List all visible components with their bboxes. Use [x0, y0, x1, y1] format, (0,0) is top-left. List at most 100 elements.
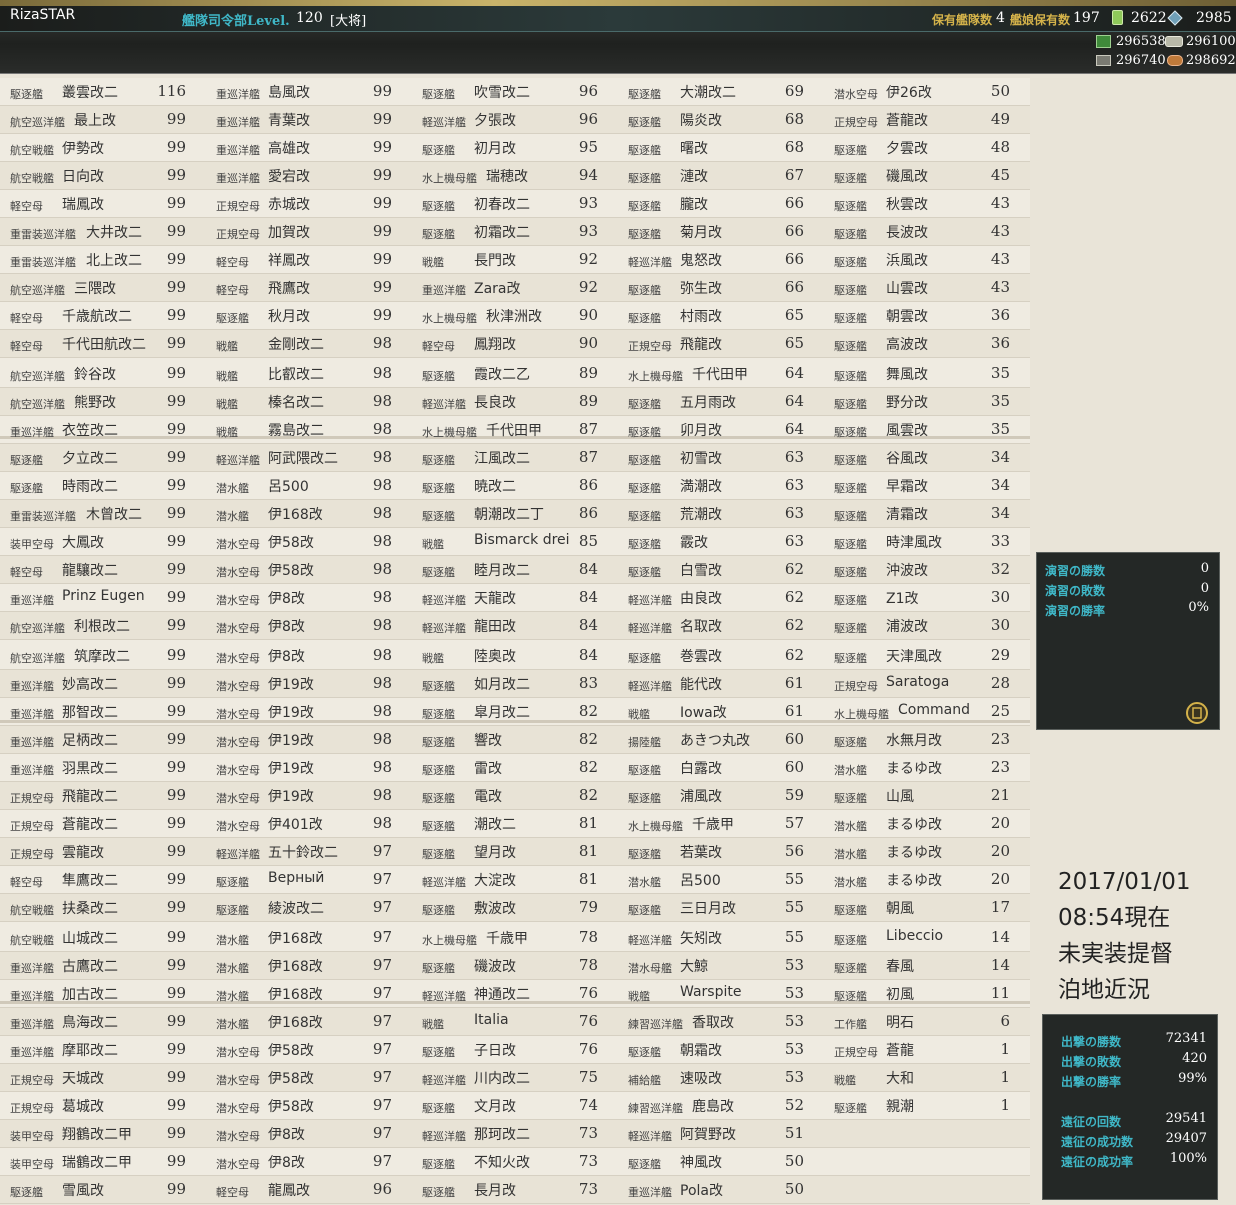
ship-cell[interactable]: 潜水空母 伊19改 98 — [206, 726, 412, 754]
ship-cell[interactable]: 正規空母 蒼龍改 49 — [824, 106, 1030, 134]
ship-cell[interactable]: 戦艦 比叡改二 98 — [206, 360, 412, 388]
ship-cell[interactable]: 航空戦艦 伊勢改 99 — [0, 134, 206, 162]
ship-cell[interactable]: 軽空母 千代田航改二 99 — [0, 330, 206, 358]
ship-cell[interactable]: 軽巡洋艦 鬼怒改 66 — [618, 246, 824, 274]
ship-cell[interactable]: 潜水空母 伊58改 97 — [206, 1092, 412, 1120]
ship-cell[interactable]: 潜水空母 伊58改 98 — [206, 556, 412, 584]
ship-cell[interactable]: 駆逐艦 初春改二 93 — [412, 190, 618, 218]
ship-cell[interactable]: 潜水空母 伊8改 98 — [206, 642, 412, 670]
ship-cell[interactable]: 潜水艦 伊168改 97 — [206, 924, 412, 952]
ship-cell[interactable]: 重巡洋艦 加古改二 99 — [0, 980, 206, 1008]
ship-cell[interactable]: 戦艦 霧島改二 98 — [206, 416, 412, 444]
ship-cell[interactable]: 潜水空母 伊8改 97 — [206, 1148, 412, 1176]
ship-cell[interactable]: 工作艦 明石 6 — [824, 1008, 1030, 1036]
ship-cell[interactable]: 正規空母 赤城改 99 — [206, 190, 412, 218]
ship-cell[interactable]: 駆逐艦 朝風 17 — [824, 894, 1030, 922]
ship-cell[interactable]: 軽巡洋艦 那珂改二 73 — [412, 1120, 618, 1148]
ship-cell[interactable]: 重雷装巡洋艦 木曾改二 99 — [0, 500, 206, 528]
ship-cell[interactable]: 駆逐艦 初雪改 63 — [618, 444, 824, 472]
ship-cell[interactable]: 軽巡洋艦 川内改二 75 — [412, 1064, 618, 1092]
ship-cell[interactable]: 航空巡洋艦 熊野改 99 — [0, 388, 206, 416]
ship-cell[interactable]: 重巡洋艦 古鷹改二 99 — [0, 952, 206, 980]
ship-cell[interactable]: 駆逐艦 睦月改二 84 — [412, 556, 618, 584]
ship-cell[interactable]: 駆逐艦 不知火改 73 — [412, 1148, 618, 1176]
ship-cell[interactable]: 潜水艦 伊168改 97 — [206, 980, 412, 1008]
ship-cell[interactable]: 戦艦 長門改 92 — [412, 246, 618, 274]
ship-cell[interactable]: 重巡洋艦 青葉改 99 — [206, 106, 412, 134]
ship-cell[interactable]: 駆逐艦 皐月改二 82 — [412, 698, 618, 726]
ship-cell[interactable]: 駆逐艦 望月改 81 — [412, 838, 618, 866]
ship-cell[interactable]: 駆逐艦 若葉改 56 — [618, 838, 824, 866]
ship-cell[interactable]: 重巡洋艦 那智改二 99 — [0, 698, 206, 726]
ship-cell[interactable]: 装甲空母 翔鶴改二甲 99 — [0, 1120, 206, 1148]
ship-cell[interactable]: 潜水空母 伊19改 98 — [206, 754, 412, 782]
ship-cell[interactable]: 駆逐艦 清霜改 34 — [824, 500, 1030, 528]
ship-cell[interactable]: 軽空母 龍鳳改 96 — [206, 1176, 412, 1204]
ship-cell[interactable]: 潜水艦 呂500 98 — [206, 472, 412, 500]
ship-cell[interactable]: 戦艦 大和 1 — [824, 1064, 1030, 1092]
ship-cell[interactable]: 駆逐艦 長波改 43 — [824, 218, 1030, 246]
ship-cell[interactable]: 軽空母 飛鷹改 99 — [206, 274, 412, 302]
ship-cell[interactable]: 重巡洋艦 高雄改 99 — [206, 134, 412, 162]
ship-cell[interactable]: 潜水空母 伊401改 98 — [206, 810, 412, 838]
ship-cell[interactable]: 駆逐艦 綾波改二 97 — [206, 894, 412, 922]
ship-cell[interactable]: 駆逐艦 白雪改 62 — [618, 556, 824, 584]
ship-cell[interactable]: 駆逐艦 曙改 68 — [618, 134, 824, 162]
ship-cell[interactable]: 重巡洋艦 Zara改 92 — [412, 274, 618, 302]
ship-cell[interactable]: 軽巡洋艦 能代改 61 — [618, 670, 824, 698]
ship-cell[interactable]: 航空巡洋艦 筑摩改二 99 — [0, 642, 206, 670]
ship-cell[interactable]: 駆逐艦 神風改 50 — [618, 1148, 824, 1176]
ship-cell[interactable]: 駆逐艦 高波改 36 — [824, 330, 1030, 358]
ship-cell[interactable]: 正規空母 飛龍改二 99 — [0, 782, 206, 810]
ship-cell[interactable]: 駆逐艦 秋雲改 43 — [824, 190, 1030, 218]
ship-cell[interactable]: 駆逐艦 朝雲改 36 — [824, 302, 1030, 330]
ship-cell[interactable]: 駆逐艦 沖波改 32 — [824, 556, 1030, 584]
ship-cell[interactable]: 駆逐艦 雷改 82 — [412, 754, 618, 782]
ship-cell[interactable]: 駆逐艦 暁改二 86 — [412, 472, 618, 500]
ship-cell[interactable]: 航空巡洋艦 最上改 99 — [0, 106, 206, 134]
ship-cell[interactable]: 重雷装巡洋艦 大井改二 99 — [0, 218, 206, 246]
ship-cell[interactable]: 航空巡洋艦 三隈改 99 — [0, 274, 206, 302]
ship-cell[interactable]: 航空戦艦 山城改二 99 — [0, 924, 206, 952]
ship-cell[interactable]: 駆逐艦 文月改 74 — [412, 1092, 618, 1120]
ship-cell[interactable]: 重巡洋艦 島風改 99 — [206, 78, 412, 106]
ship-cell[interactable]: 駆逐艦 風雲改 35 — [824, 416, 1030, 444]
ship-cell[interactable]: 軽巡洋艦 大淀改 81 — [412, 866, 618, 894]
ship-cell[interactable]: 軽空母 鳳翔改 90 — [412, 330, 618, 358]
ship-cell[interactable]: 潜水艦 まるゆ改 23 — [824, 754, 1030, 782]
ship-cell[interactable]: 駆逐艦 山風 21 — [824, 782, 1030, 810]
ship-cell[interactable]: 水上機母艦 秋津洲改 90 — [412, 302, 618, 330]
ship-cell[interactable]: 軽巡洋艦 名取改 62 — [618, 612, 824, 640]
ship-cell[interactable]: 駆逐艦 磯波改 78 — [412, 952, 618, 980]
ship-cell[interactable]: 駆逐艦 時雨改二 99 — [0, 472, 206, 500]
ship-cell[interactable]: 駆逐艦 子日改 76 — [412, 1036, 618, 1064]
ship-cell[interactable]: 駆逐艦 叢雲改二 116 — [0, 78, 206, 106]
ship-cell[interactable]: 駆逐艦 如月改二 83 — [412, 670, 618, 698]
ship-cell[interactable]: 駆逐艦 荒潮改 63 — [618, 500, 824, 528]
ship-cell[interactable]: 重雷装巡洋艦 北上改二 99 — [0, 246, 206, 274]
ship-cell[interactable]: 軽空母 龍驤改二 99 — [0, 556, 206, 584]
ship-cell[interactable]: 軽空母 祥鳳改 99 — [206, 246, 412, 274]
ship-cell[interactable]: 正規空母 蒼龍 1 — [824, 1036, 1030, 1064]
ship-cell[interactable]: 航空巡洋艦 鈴谷改 99 — [0, 360, 206, 388]
ship-cell[interactable]: 駆逐艦 浜風改 43 — [824, 246, 1030, 274]
ship-cell[interactable]: 駆逐艦 Libeccio 14 — [824, 924, 1030, 952]
ship-cell[interactable]: 駆逐艦 巻雲改 62 — [618, 642, 824, 670]
ship-cell[interactable]: 水上機母艦 千代田甲 64 — [618, 360, 824, 388]
ship-cell[interactable]: 駆逐艦 漣改 67 — [618, 162, 824, 190]
ship-cell[interactable]: 駆逐艦 卯月改 64 — [618, 416, 824, 444]
ship-cell[interactable]: 駆逐艦 村雨改 65 — [618, 302, 824, 330]
ship-cell[interactable]: 駆逐艦 霰改 63 — [618, 528, 824, 556]
ship-cell[interactable]: 駆逐艦 菊月改 66 — [618, 218, 824, 246]
ship-cell[interactable]: 駆逐艦 水無月改 23 — [824, 726, 1030, 754]
ship-cell[interactable]: 駆逐艦 朝潮改二丁 86 — [412, 500, 618, 528]
ship-cell[interactable]: 軽巡洋艦 夕張改 96 — [412, 106, 618, 134]
ship-cell[interactable]: 駆逐艦 山雲改 43 — [824, 274, 1030, 302]
ship-cell[interactable]: 駆逐艦 三日月改 55 — [618, 894, 824, 922]
ship-cell[interactable]: 駆逐艦 野分改 35 — [824, 388, 1030, 416]
ship-cell[interactable]: 戦艦 Warspite 53 — [618, 980, 824, 1008]
ship-cell[interactable]: 駆逐艦 夕立改二 99 — [0, 444, 206, 472]
ship-cell[interactable]: 航空戦艦 扶桑改二 99 — [0, 894, 206, 922]
ship-cell[interactable]: 駆逐艦 満潮改 63 — [618, 472, 824, 500]
ship-cell[interactable]: 戦艦 金剛改二 98 — [206, 330, 412, 358]
